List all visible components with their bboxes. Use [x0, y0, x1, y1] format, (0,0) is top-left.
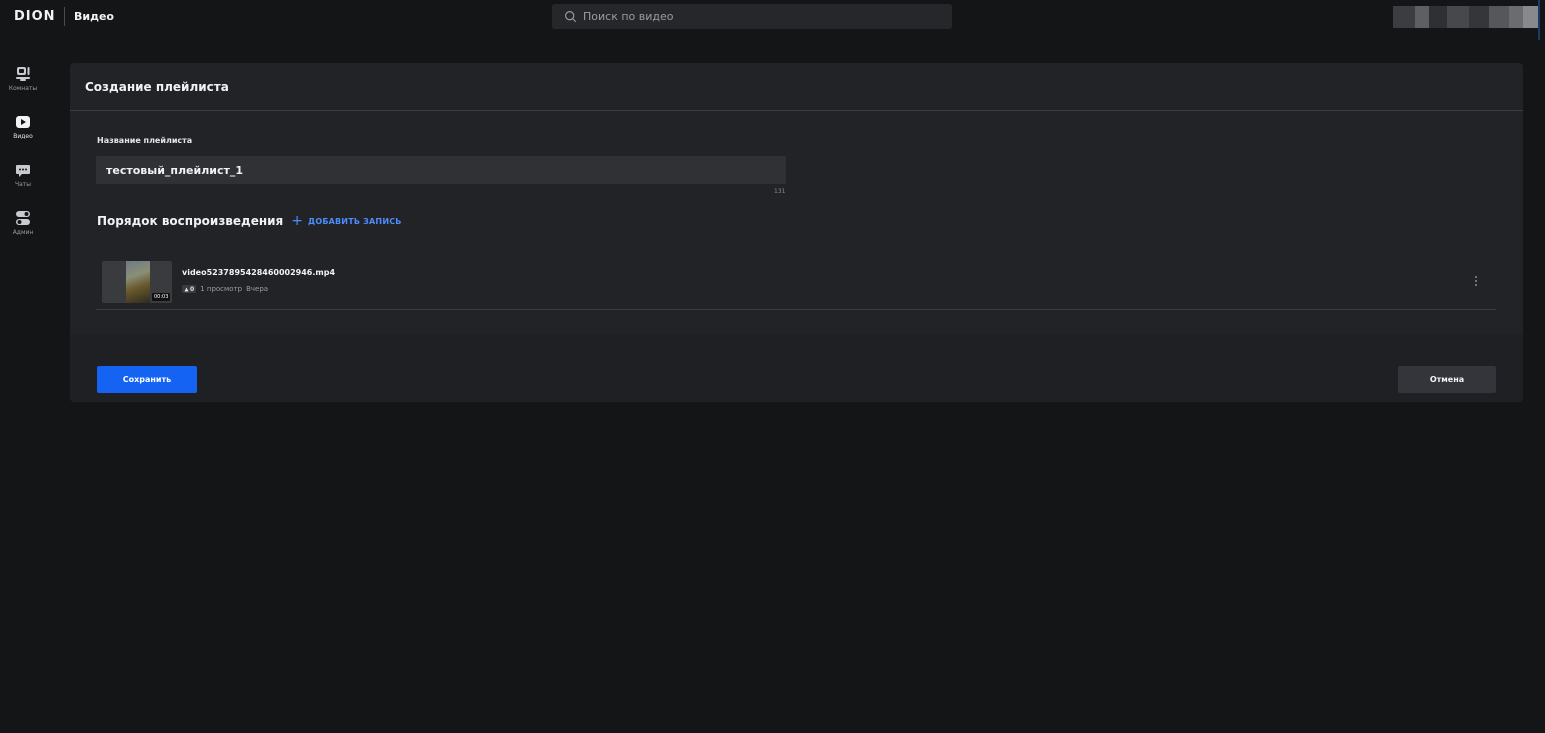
rail-item-video[interactable]: Видео: [0, 110, 46, 158]
save-button[interactable]: Сохранить: [97, 366, 197, 393]
thumbnail-image: [126, 261, 150, 303]
video-icon: [16, 116, 30, 128]
search-icon: [565, 11, 577, 23]
video-badge: 0: [182, 285, 197, 293]
rail-item-label: Комнаты: [8, 85, 38, 92]
playlist-name-label: Название плейлиста: [97, 136, 193, 145]
rail-item-label: Видео: [13, 133, 33, 140]
video-date: Вчера: [246, 285, 269, 293]
logo-divider: [64, 7, 65, 26]
chats-icon: [16, 165, 30, 177]
more-options-icon[interactable]: [1471, 273, 1481, 289]
rail-item-admin[interactable]: Админ: [0, 206, 46, 254]
video-title[interactable]: video5237895428460002946.mp4: [182, 268, 335, 277]
top-bar: DION Видео: [0, 0, 1545, 40]
search-bar[interactable]: [552, 4, 952, 29]
app-logo[interactable]: DION: [14, 9, 56, 24]
playlist-name-field[interactable]: [96, 156, 786, 184]
section-title: Видео: [74, 10, 114, 23]
rail-item-chats[interactable]: Чаты: [0, 158, 46, 206]
cancel-button[interactable]: Отмена: [1398, 366, 1496, 393]
rooms-icon: [16, 67, 30, 81]
video-duration: 00:03: [152, 293, 171, 301]
rail-item-label: Админ: [12, 229, 34, 236]
add-record-button[interactable]: + ДОБАВИТЬ ЗАПИСЬ: [291, 214, 401, 228]
plus-icon: +: [291, 213, 303, 229]
char-counter: 131: [774, 188, 786, 195]
like-icon: [184, 287, 189, 291]
create-playlist-dialog: Создание плейлиста Название плейлиста 13…: [70, 63, 1523, 402]
dialog-footer: Сохранить Отмена: [70, 334, 1523, 402]
video-meta: 0 1 просмотр Вчера: [182, 285, 268, 293]
playlist-name-input[interactable]: [106, 163, 766, 177]
playlist-video-item[interactable]: 00:03 video5237895428460002946.mp4 0 1 п…: [96, 254, 1496, 310]
add-record-label: ДОБАВИТЬ ЗАПИСЬ: [308, 216, 402, 226]
rail-item-label: Чаты: [14, 181, 32, 188]
edge-accent: [1538, 0, 1540, 40]
playback-order-header: Порядок воспроизведения + ДОБАВИТЬ ЗАПИС…: [97, 214, 402, 228]
left-nav-rail: Комнаты Видео Чаты Админ: [0, 62, 46, 254]
search-input[interactable]: [583, 10, 923, 23]
rail-item-rooms[interactable]: Комнаты: [0, 62, 46, 110]
user-profile-area[interactable]: [1393, 6, 1539, 28]
dialog-title: Создание плейлиста: [70, 63, 1523, 111]
video-views: 1 просмотр: [200, 285, 243, 293]
badge-count: 0: [190, 285, 195, 293]
playback-order-title: Порядок воспроизведения: [97, 214, 284, 228]
admin-icon: [16, 211, 30, 225]
video-thumbnail[interactable]: 00:03: [102, 261, 172, 303]
